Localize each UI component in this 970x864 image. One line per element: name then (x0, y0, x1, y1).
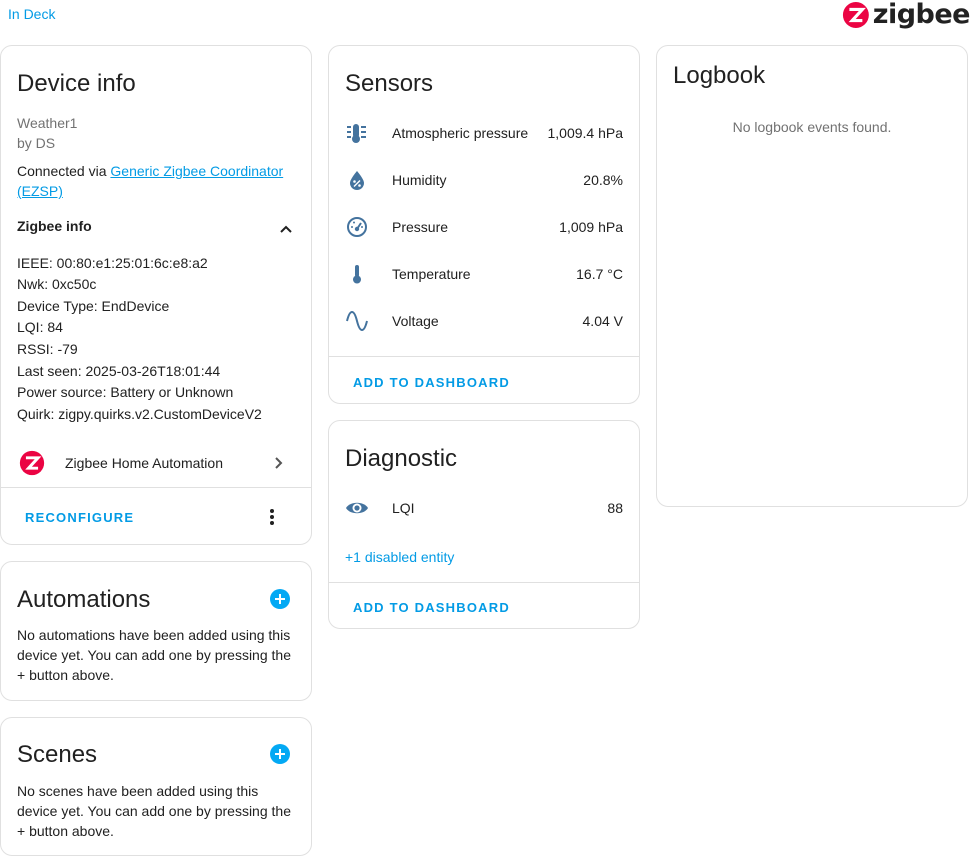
sensor-name: Voltage (392, 313, 439, 329)
device-manufacturer: by DS (17, 135, 56, 151)
sensor-value: 1,009.4 hPa (547, 125, 623, 141)
device-info-divider (1, 487, 311, 488)
sensors-add-to-dashboard-button[interactable]: ADD TO DASHBOARD (353, 375, 510, 390)
zigbee-power-source: Power source: Battery or Unknown (17, 384, 234, 400)
area-link[interactable]: In Deck (8, 6, 55, 22)
zigbee-last-seen: Last seen: 2025-03-26T18:01:44 (17, 363, 221, 379)
more-vert-icon[interactable] (269, 508, 275, 526)
zigbee-logo: zigbee (842, 0, 970, 30)
sensors-divider (329, 356, 639, 357)
diagnostic-row-lqi[interactable]: LQI 88 (329, 485, 639, 531)
add-automation-button[interactable] (270, 589, 290, 609)
sensors-card: Sensors Atmospheric pressure 1,009.4 hPa (328, 45, 640, 404)
zigbee-logo-text: zigbee (872, 0, 970, 30)
thermometer-icon (345, 262, 369, 286)
chevron-up-icon (280, 225, 292, 233)
sensors-title: Sensors (345, 70, 434, 97)
chevron-right-icon (275, 457, 283, 469)
device-name: Weather1 (17, 115, 78, 131)
integration-label: Zigbee Home Automation (65, 455, 223, 471)
gauge-icon (345, 215, 369, 239)
sensor-row-temperature[interactable]: Temperature 16.7 °C (329, 251, 639, 297)
zigbee-device-type: Device Type: EndDevice (17, 298, 170, 314)
zigbee-info-title: Zigbee info (17, 218, 92, 234)
zigbee-ieee: IEEE: 00:80:e1:25:01:6c:e8:a2 (17, 255, 208, 271)
sensor-name: Pressure (392, 219, 449, 235)
zigbee-nwk: Nwk: 0xc50c (17, 276, 97, 292)
sensor-name: Humidity (392, 172, 447, 188)
device-info-title: Device info (17, 70, 136, 97)
zigbee-integration-icon (19, 450, 45, 476)
zigbee-rssi: RSSI: -79 (17, 341, 78, 357)
diagnostic-divider (329, 582, 639, 583)
logbook-card: Logbook No logbook events found. (656, 45, 968, 507)
scenes-card: Scenes No scenes have been added using t… (0, 717, 312, 856)
diagnostic-add-to-dashboard-button[interactable]: ADD TO DASHBOARD (353, 600, 510, 615)
zigbee-quirk: Quirk: zigpy.quirks.v2.CustomDeviceV2 (17, 406, 262, 422)
logbook-title: Logbook (673, 62, 766, 89)
add-scene-button[interactable] (270, 744, 290, 764)
device-info-card: Device info Weather1 by DS Connected via… (0, 45, 312, 545)
sensor-name: Temperature (392, 266, 471, 282)
scenes-empty-text: No scenes have been added using this dev… (17, 783, 291, 839)
sensor-value: 1,009 hPa (559, 219, 623, 235)
sensor-row-pressure[interactable]: Pressure 1,009 hPa (329, 204, 639, 250)
connected-via: Connected via Generic Zigbee Coordinator… (17, 161, 297, 201)
scenes-title: Scenes (17, 741, 98, 768)
disabled-entity-link[interactable]: +1 disabled entity (345, 549, 454, 565)
connected-via-label: Connected via (17, 163, 111, 179)
zigbee-lqi: LQI: 84 (17, 319, 63, 335)
diagnostic-name: LQI (392, 500, 415, 516)
sensor-name: Atmospheric pressure (392, 125, 529, 141)
sensor-row-voltage[interactable]: Voltage 4.04 V (329, 298, 639, 344)
diagnostic-value: 88 (607, 500, 623, 516)
sensor-row-humidity[interactable]: Humidity 20.8% (329, 157, 639, 203)
integration-row[interactable]: Zigbee Home Automation (1, 441, 311, 485)
automations-title: Automations (17, 586, 151, 613)
logbook-empty-text: No logbook events found. (732, 119, 892, 135)
sensor-value: 16.7 °C (576, 266, 623, 282)
sensor-row-atmospheric-pressure[interactable]: Atmospheric pressure 1,009.4 hPa (329, 110, 639, 156)
reconfigure-button[interactable]: RECONFIGURE (25, 510, 134, 525)
diagnostic-card: Diagnostic LQI 88 +1 disabled entity ADD… (328, 420, 640, 629)
diagnostic-title: Diagnostic (345, 445, 458, 472)
zigbee-info-header[interactable]: Zigbee info (17, 218, 297, 238)
sensor-value: 4.04 V (582, 313, 623, 329)
automations-card: Automations No automations have been add… (0, 561, 312, 701)
gauge-bars-icon (345, 121, 369, 145)
water-percent-icon (345, 168, 369, 192)
sensor-value: 20.8% (583, 172, 623, 188)
sine-wave-icon (345, 309, 369, 333)
automations-empty-text: No automations have been added using thi… (17, 627, 291, 683)
zigbee-logo-icon (842, 2, 869, 28)
eye-icon (345, 496, 369, 520)
